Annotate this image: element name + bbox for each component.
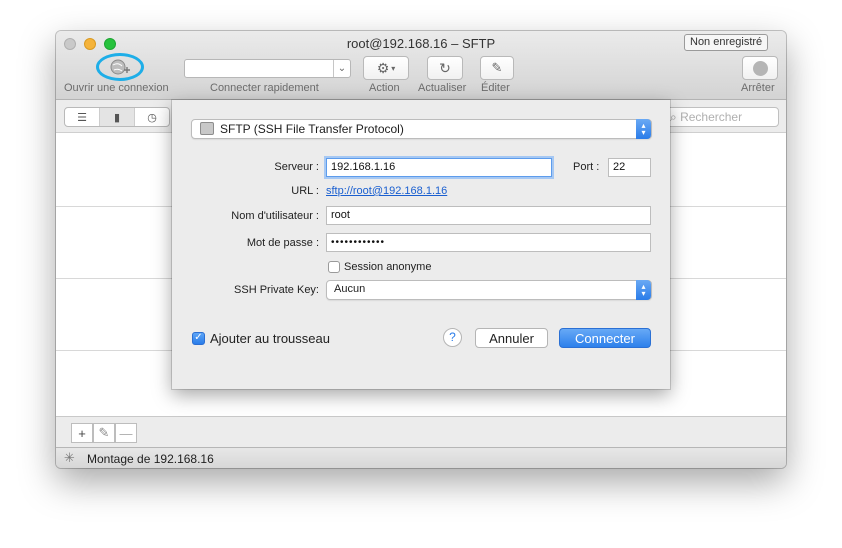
disk-icon [200, 122, 214, 135]
globe-add-icon [110, 59, 130, 75]
url-label: URL : [291, 185, 319, 197]
protocol-select[interactable]: SFTP (SSH File Transfer Protocol) ▴ ▾ [191, 119, 652, 139]
refresh-button[interactable]: ↻ [427, 56, 463, 80]
search-placeholder: Rechercher [680, 110, 743, 124]
protocol-value: SFTP (SSH File Transfer Protocol) [220, 122, 404, 136]
keychain-label: Ajouter au trousseau [210, 331, 330, 346]
chevron-down-icon: ▾ [391, 63, 396, 73]
edit-button[interactable]: ✎ [480, 56, 514, 80]
title-bar: root@192.168.16 – SFTP Non enregistré Ou… [56, 31, 786, 100]
edit-bookmark-button[interactable]: ✎ [93, 423, 115, 443]
cancel-button[interactable]: Annuler [475, 328, 548, 348]
search-icon: ⌕ [670, 110, 677, 124]
stop-icon [752, 60, 768, 76]
password-field[interactable]: •••••••••••• [326, 233, 651, 252]
anonymous-label: Session anonyme [344, 261, 432, 273]
status-bar: ✳ Montage de 192.168.16 [56, 447, 786, 468]
anonymous-checkbox[interactable] [328, 261, 340, 273]
view-segmented-control: ☰ ▮ ◷ [64, 107, 170, 127]
port-label: Port : [573, 161, 600, 173]
connection-dialog: SFTP (SSH File Transfer Protocol) ▴ ▾ Ser… [172, 100, 670, 389]
edit-label: Éditer [481, 82, 510, 94]
stop-button[interactable] [742, 56, 778, 80]
status-text: Montage de 192.168.16 [87, 452, 214, 466]
username-label: Nom d'utilisateur : [231, 210, 319, 222]
refresh-icon: ↻ [439, 59, 451, 76]
plus-icon: + [78, 425, 86, 441]
open-connection-button[interactable] [108, 57, 132, 77]
url-link[interactable]: sftp://root@192.168.1.16 [326, 185, 447, 197]
remove-bookmark-button[interactable]: — [115, 423, 137, 443]
open-connection-label: Ouvrir une connexion [64, 82, 169, 94]
username-field[interactable]: root [326, 206, 651, 225]
pencil-icon: ✎ [491, 60, 503, 75]
refresh-label: Actualiser [418, 82, 467, 94]
password-label: Mot de passe : [246, 237, 319, 249]
port-field[interactable]: 22 [608, 158, 651, 177]
action-label: Action [369, 82, 400, 94]
search-input[interactable]: ⌕ Rechercher [664, 107, 779, 127]
updown-arrows-icon: ▴ ▾ [636, 119, 651, 139]
private-key-label: SSH Private Key: [234, 284, 319, 296]
server-field[interactable]: 192.168.1.16 [326, 158, 552, 177]
help-button[interactable]: ? [443, 328, 462, 347]
add-bookmark-button[interactable]: + [71, 423, 93, 443]
window-title: root@192.168.16 – SFTP [346, 36, 496, 51]
history-clock-icon[interactable]: ◷ [135, 108, 169, 126]
unregistered-badge[interactable]: Non enregistré [684, 34, 769, 51]
spinner-icon: ✳ [64, 450, 75, 465]
bottom-toolbar: + ✎ — [56, 416, 786, 448]
bookmarks-icon[interactable]: ▮ [100, 108, 135, 126]
stop-label: Arrêter [741, 82, 775, 94]
pencil-icon: ✎ [98, 425, 110, 440]
connect-button[interactable]: Connecter [559, 328, 651, 348]
action-button[interactable]: ⚙ ▾ [363, 56, 409, 80]
keychain-checkbox[interactable]: ✓ [192, 332, 205, 345]
gear-icon: ⚙ [376, 59, 390, 76]
updown-arrows-icon: ▴ ▾ [636, 280, 651, 300]
quick-connect-label: Connecter rapidement [210, 82, 319, 94]
private-key-value: Aucun [334, 283, 366, 295]
checkmark-icon: ✓ [194, 332, 203, 343]
chevron-down-icon[interactable]: ⌄ [333, 60, 350, 77]
outline-view-icon[interactable]: ☰ [65, 108, 100, 126]
private-key-select[interactable]: Aucun ▴ ▾ [326, 280, 652, 300]
minus-icon: — [119, 425, 133, 441]
server-label: Serveur : [274, 161, 319, 173]
quick-connect-combo[interactable]: ⌄ [184, 59, 351, 78]
